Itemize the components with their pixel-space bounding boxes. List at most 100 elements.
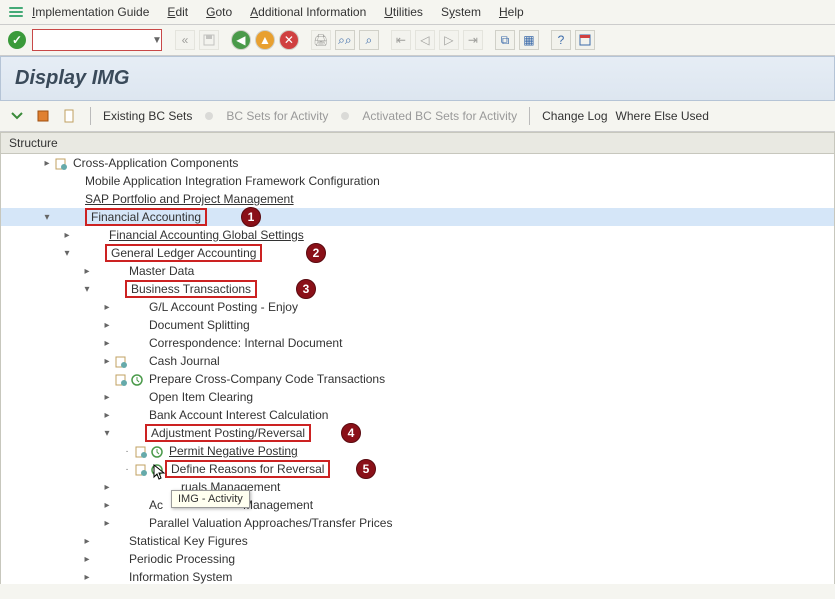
img-activity-tooltip: IMG - Activity	[171, 490, 250, 508]
tree-row[interactable]: SAP Portfolio and Project Management	[1, 190, 834, 208]
menu-edit[interactable]: Edit	[167, 5, 188, 19]
app-menu-icon[interactable]	[8, 4, 24, 20]
help-icon[interactable]: ?	[551, 30, 571, 50]
collapse-toggle[interactable]: ▾	[41, 212, 53, 223]
doc-icon[interactable]	[114, 354, 128, 368]
collapse-toggle[interactable]: ▾	[81, 284, 93, 295]
doc-icon[interactable]	[60, 107, 78, 125]
prev-page-icon[interactable]: ◁	[415, 30, 435, 50]
next-page-icon[interactable]: ▷	[439, 30, 459, 50]
expand-toggle[interactable]: ▸	[81, 266, 93, 277]
tree-row-adjustment-posting[interactable]: ▾ Adjustment Posting/Reversal 4	[1, 424, 834, 442]
menu-goto[interactable]: Goto	[206, 5, 232, 19]
tree-label: Information System	[129, 570, 232, 584]
structure-header: Structure	[0, 132, 835, 154]
tree-label: Cash Journal	[149, 354, 220, 368]
tree-label: Prepare Cross-Company Code Transactions	[149, 372, 385, 386]
tree-row[interactable]: ▸Document Splitting	[1, 316, 834, 334]
tree-row[interactable]: ▸ Financial Accounting Global Settings	[1, 226, 834, 244]
expand-toggle[interactable]: ▸	[101, 356, 113, 367]
tree-row[interactable]: ▸ Master Data	[1, 262, 834, 280]
shortcut-icon[interactable]: ▦	[519, 30, 539, 50]
back-green-icon[interactable]: ◀	[231, 30, 251, 50]
tree-row[interactable]: ▸Open Item Clearing	[1, 388, 834, 406]
tree-label: Permit Negative Posting	[169, 444, 298, 458]
expand-toggle[interactable]: ▸	[101, 482, 113, 493]
dropdown-icon[interactable]: ▼	[152, 35, 162, 46]
tree-row[interactable]: ▸ Ac IMG - Activity Management	[1, 496, 834, 514]
expand-toggle[interactable]: ▸	[81, 572, 93, 583]
menu-help[interactable]: Help	[499, 5, 524, 19]
tree-row[interactable]: ▸ Cash Journal	[1, 352, 834, 370]
find-icon[interactable]: ⌕⌕	[335, 30, 355, 50]
doc-icon[interactable]	[114, 372, 128, 386]
expand-icon[interactable]	[8, 107, 26, 125]
expand-toggle[interactable]: ▸	[41, 158, 53, 169]
tree-row[interactable]: Mobile Application Integration Framework…	[1, 172, 834, 190]
expand-toggle[interactable]: ·	[121, 446, 133, 457]
tree-row[interactable]: · Permit Negative Posting	[1, 442, 834, 460]
collapse-toggle[interactable]: ▾	[61, 248, 73, 259]
existing-bc-sets-link[interactable]: Existing BC Sets	[103, 109, 192, 123]
annotation-badge-3: 3	[296, 279, 316, 299]
expand-toggle[interactable]: ▸	[81, 554, 93, 565]
tree-row[interactable]: ▸G/L Account Posting - Enjoy	[1, 298, 834, 316]
tree-row-financial-accounting[interactable]: ▾ Financial Accounting 1	[1, 208, 834, 226]
exit-icon[interactable]: ▲	[255, 30, 275, 50]
menu-utilities[interactable]: Utilities	[384, 5, 423, 19]
tree-row-general-ledger[interactable]: ▾ General Ledger Accounting 2	[1, 244, 834, 262]
first-page-icon[interactable]: ⇤	[391, 30, 411, 50]
doc-icon[interactable]	[134, 444, 148, 458]
activated-bc-sets-link: Activated BC Sets for Activity	[362, 109, 517, 123]
tree-row[interactable]: Prepare Cross-Company Code Transactions	[1, 370, 834, 388]
sub-toolbar: Existing BC Sets BC Sets for Activity Ac…	[0, 101, 835, 132]
tree-row[interactable]: ▸Statistical Key Figures	[1, 532, 834, 550]
doc-icon[interactable]	[54, 156, 68, 170]
last-page-icon[interactable]: ⇥	[463, 30, 483, 50]
main-toolbar: ✓ ▼ « ◀ ▲ ✕ 🖨 ⌕⌕ ⌕ ⇤ ◁ ▷ ⇥ ⧉ ▦ ?	[0, 25, 835, 56]
expand-toggle[interactable]: ·	[121, 464, 133, 475]
activity-icon[interactable]	[150, 444, 164, 458]
annotation-badge-1: 1	[241, 207, 261, 227]
expand-toggle[interactable]: ▸	[101, 338, 113, 349]
expand-toggle[interactable]: ▸	[101, 518, 113, 529]
doc-icon[interactable]	[134, 462, 148, 476]
tree-row[interactable]: ▸Bank Account Interest Calculation	[1, 406, 834, 424]
new-session-icon[interactable]: ⧉	[495, 30, 515, 50]
tree-row-business-transactions[interactable]: ▾ Business Transactions 3	[1, 280, 834, 298]
command-field[interactable]	[32, 29, 162, 51]
expand-toggle[interactable]: ▸	[101, 302, 113, 313]
menu-implementation-guide[interactable]: Implementation Guide	[32, 5, 149, 19]
tree-label: Parallel Valuation Approaches/Transfer P…	[149, 516, 392, 530]
tree-row[interactable]: ▸ Information System	[1, 568, 834, 584]
menu-additional-info[interactable]: Additional Information	[250, 5, 366, 19]
expand-toggle[interactable]: ▸	[101, 410, 113, 421]
tree-label-partial: Management	[243, 498, 313, 512]
layout-icon[interactable]	[575, 30, 595, 50]
tree-row[interactable]: ▸ Cross-Application Components	[1, 154, 834, 172]
tree-label: Financial Accounting	[85, 208, 207, 226]
tree-row[interactable]: ▸Correspondence: Internal Document	[1, 334, 834, 352]
expand-toggle[interactable]: ▸	[81, 536, 93, 547]
print-icon[interactable]: 🖨	[311, 30, 331, 50]
expand-toggle[interactable]: ▸	[101, 500, 113, 511]
enter-icon[interactable]: ✓	[8, 31, 26, 49]
activity-icon[interactable]	[130, 372, 144, 386]
collapse-toggle[interactable]: ▾	[101, 428, 113, 439]
collapse-icon[interactable]	[34, 107, 52, 125]
expand-toggle[interactable]: ▸	[101, 320, 113, 331]
tree-row-define-reasons[interactable]: · Define Reasons for Reversal 5	[1, 460, 834, 478]
menu-system[interactable]: System	[441, 5, 481, 19]
tree-row[interactable]: ▸Periodic Processing	[1, 550, 834, 568]
change-log-link[interactable]: Change Log	[542, 109, 607, 123]
expand-toggle[interactable]: ▸	[101, 392, 113, 403]
save-icon[interactable]	[199, 30, 219, 50]
cancel-icon[interactable]: ✕	[279, 30, 299, 50]
tree-row[interactable]: ▸ruals Management	[1, 478, 834, 496]
find-next-icon[interactable]: ⌕	[359, 30, 379, 50]
where-else-used-link[interactable]: Where Else Used	[616, 109, 709, 123]
back-icon[interactable]: «	[175, 30, 195, 50]
tree-row[interactable]: ▸ Parallel Valuation Approaches/Transfer …	[1, 514, 834, 532]
bc-sets-icon	[200, 107, 218, 125]
expand-toggle[interactable]: ▸	[61, 230, 73, 241]
